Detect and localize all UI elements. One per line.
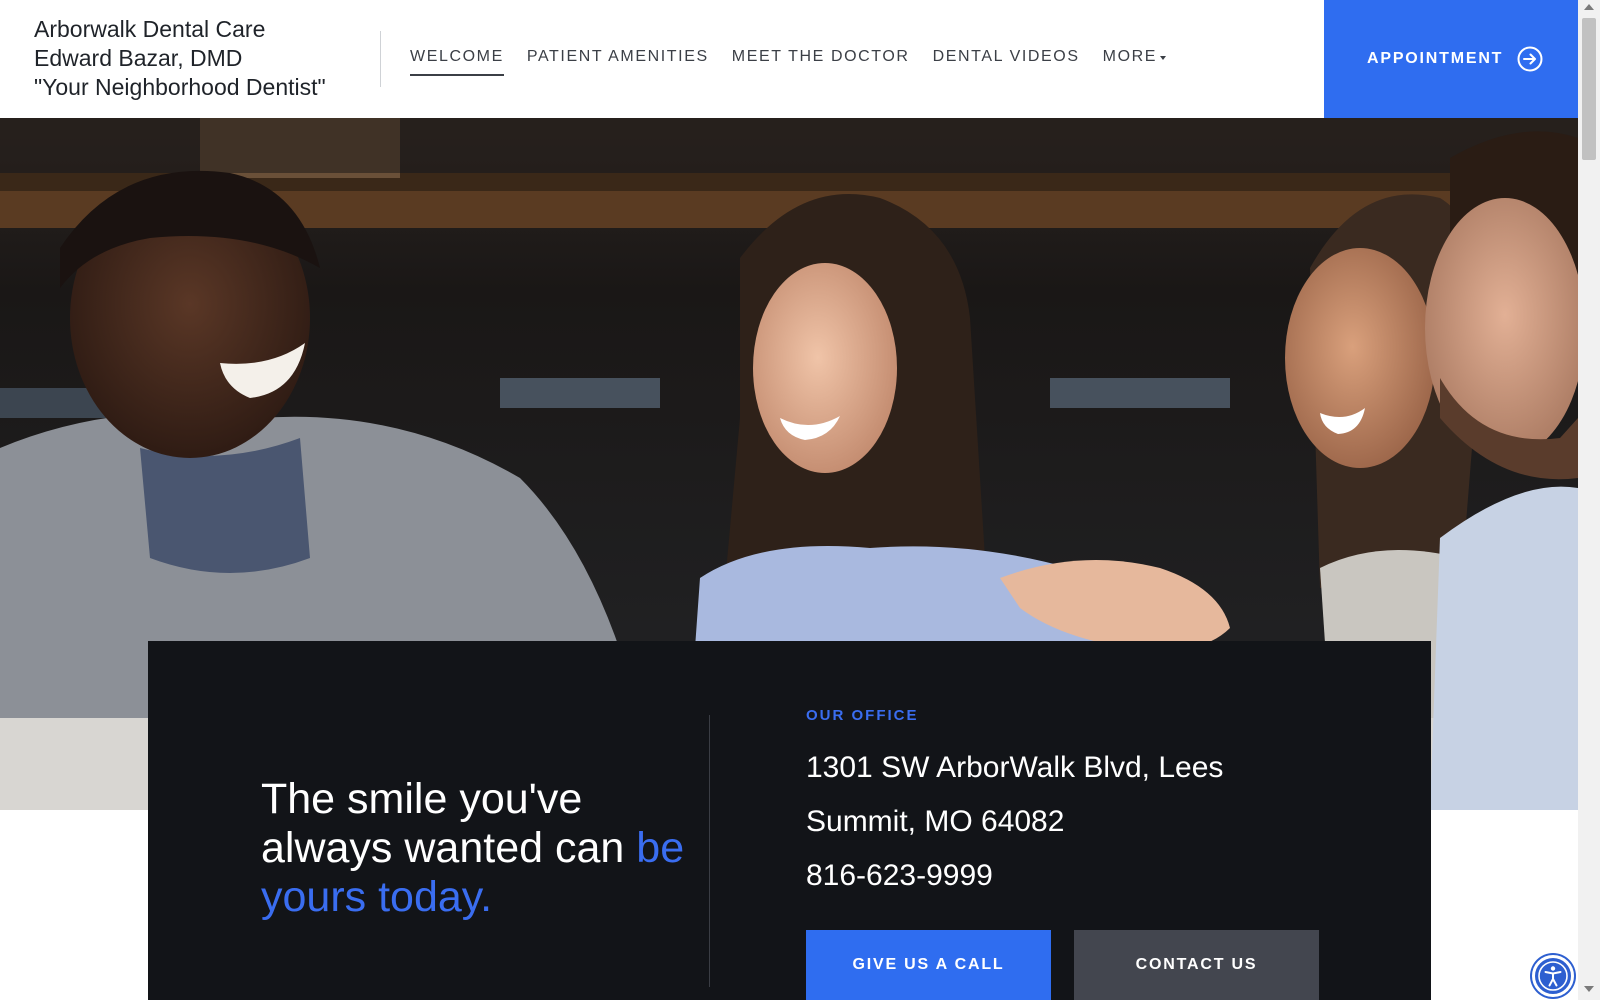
tagline-text: The smile you've always wanted can — [261, 775, 625, 872]
brand-logo[interactable]: Arborwalk Dental Care Edward Bazar, DMD … — [34, 15, 326, 102]
brand-slogan: "Your Neighborhood Dentist" — [34, 74, 326, 100]
scroll-thumb[interactable] — [1582, 18, 1596, 160]
accessibility-icon — [1538, 961, 1568, 991]
office-phone[interactable]: 816-623-9999 — [806, 849, 993, 903]
brand-doctor: Edward Bazar, DMD — [34, 45, 243, 71]
site-header: Arborwalk Dental Care Edward Bazar, DMD … — [0, 0, 1578, 118]
contact-us-button[interactable]: CONTACT US — [1074, 930, 1319, 1000]
main-nav: WELCOME PATIENT AMENITIES MEET THE DOCTO… — [410, 48, 1189, 76]
arrow-circle-right-icon — [1517, 46, 1543, 72]
scroll-up-arrow-icon[interactable] — [1584, 4, 1594, 10]
nav-dental-videos[interactable]: DENTAL VIDEOS — [933, 48, 1080, 76]
office-address[interactable]: 1301 SW ArborWalk Blvd, Lees Summit, MO … — [806, 741, 1276, 849]
nav-patient-amenities[interactable]: PATIENT AMENITIES — [527, 48, 709, 76]
office-info-panel: The smile you've always wanted can be yo… — [148, 641, 1431, 1000]
nav-more-label: MORE — [1102, 48, 1158, 65]
page-scrollbar[interactable] — [1578, 0, 1600, 1000]
appointment-button[interactable]: APPOINTMENT — [1324, 0, 1578, 118]
brand-name: Arborwalk Dental Care — [34, 16, 266, 42]
appointment-label: APPOINTMENT — [1367, 50, 1504, 67]
accessibility-button[interactable] — [1532, 955, 1574, 997]
office-label: OUR OFFICE — [806, 707, 919, 724]
nav-more[interactable]: MORE — [1102, 48, 1167, 76]
header-divider — [380, 31, 381, 87]
scroll-down-arrow-icon[interactable] — [1584, 986, 1594, 992]
panel-divider — [709, 715, 710, 987]
give-us-a-call-button[interactable]: GIVE US A CALL — [806, 930, 1051, 1000]
nav-meet-the-doctor[interactable]: MEET THE DOCTOR — [732, 48, 910, 76]
caret-down-icon — [1160, 56, 1167, 60]
hero-tagline: The smile you've always wanted can be yo… — [261, 775, 701, 922]
nav-welcome[interactable]: WELCOME — [410, 48, 504, 76]
